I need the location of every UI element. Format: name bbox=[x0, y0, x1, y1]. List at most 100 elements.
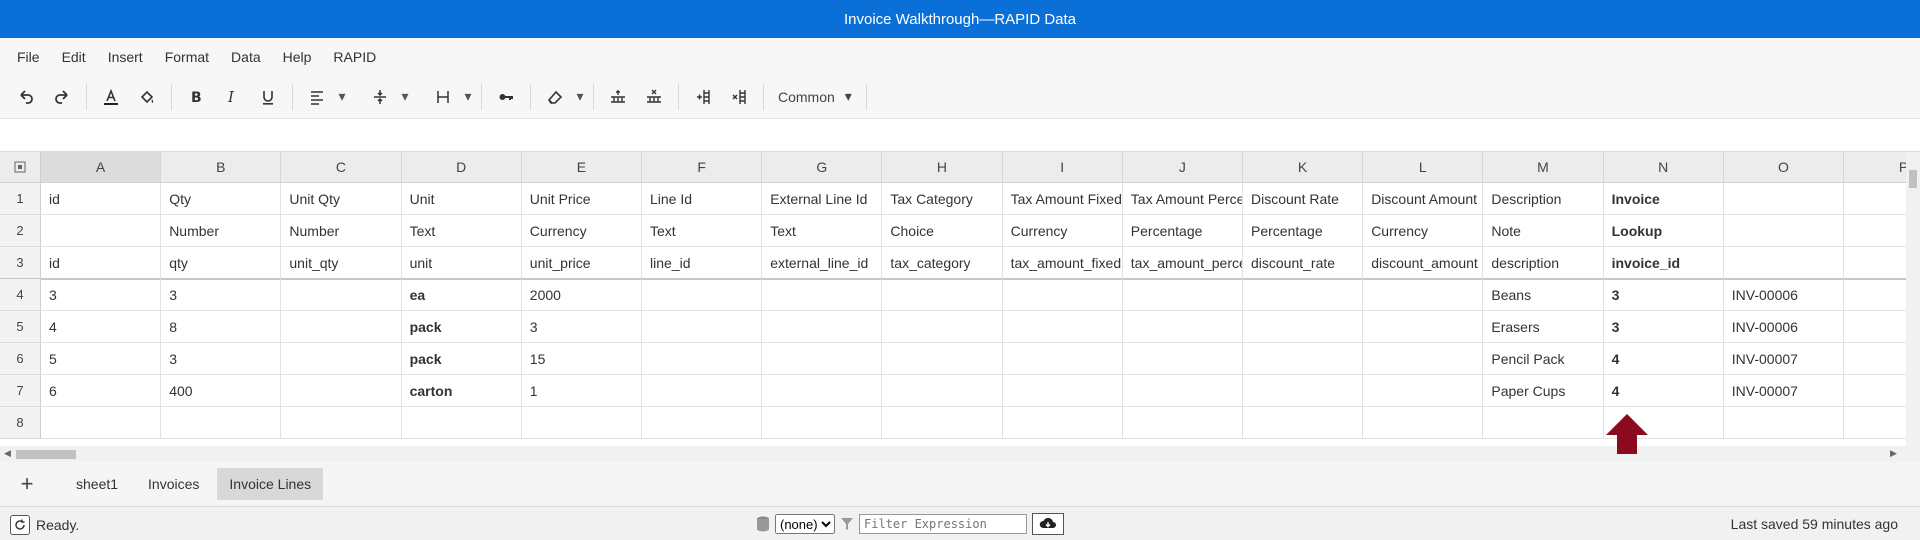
delete-column-button[interactable] bbox=[721, 81, 757, 113]
cell-b5[interactable]: 8 bbox=[161, 311, 282, 343]
cell-g4[interactable] bbox=[762, 279, 883, 311]
cell-o1[interactable] bbox=[1723, 183, 1844, 215]
cell-c1[interactable]: Unit Qty bbox=[281, 183, 402, 215]
cell-h2[interactable]: Choice bbox=[882, 215, 1003, 247]
cell-o7[interactable]: INV-00007 bbox=[1723, 375, 1844, 407]
cell-h3[interactable]: tax_category bbox=[882, 247, 1003, 279]
align-dropdown-chevron-icon[interactable]: ▾ bbox=[335, 88, 349, 105]
cell-c7[interactable] bbox=[281, 375, 402, 407]
fill-color-button[interactable] bbox=[129, 81, 165, 113]
formula-bar[interactable] bbox=[0, 119, 1920, 152]
cell-d4[interactable]: ea bbox=[401, 279, 522, 311]
cell-k7[interactable] bbox=[1243, 375, 1364, 407]
cell-d6[interactable]: pack bbox=[401, 343, 522, 375]
select-all-corner[interactable] bbox=[0, 152, 41, 183]
delete-row-button[interactable] bbox=[636, 81, 672, 113]
cell-k1[interactable]: Discount Rate bbox=[1243, 183, 1364, 215]
vertical-scroll-thumb[interactable] bbox=[1909, 170, 1917, 188]
cell-i6[interactable] bbox=[1002, 343, 1123, 375]
cell-c5[interactable] bbox=[281, 311, 402, 343]
column-width-chevron-icon[interactable]: ▾ bbox=[461, 88, 475, 105]
menu-file[interactable]: File bbox=[6, 49, 51, 65]
cell-h1[interactable]: Tax Category bbox=[882, 183, 1003, 215]
cell-b3[interactable]: qty bbox=[161, 247, 282, 279]
cell-d2[interactable]: Text bbox=[401, 215, 522, 247]
text-color-button[interactable] bbox=[93, 81, 129, 113]
cell-g7[interactable] bbox=[762, 375, 883, 407]
vertical-scrollbar[interactable] bbox=[1906, 152, 1920, 446]
cell-a1[interactable]: id bbox=[41, 183, 162, 215]
cell-a8[interactable] bbox=[41, 407, 162, 439]
cell-c8[interactable] bbox=[281, 407, 402, 439]
row-header-7[interactable]: 7 bbox=[0, 375, 41, 407]
cell-n3[interactable]: invoice_id bbox=[1603, 247, 1724, 279]
cell-f6[interactable] bbox=[642, 343, 763, 375]
bold-button[interactable]: B bbox=[178, 81, 214, 113]
column-header-o[interactable]: O bbox=[1723, 152, 1844, 183]
column-header-a[interactable]: A bbox=[41, 152, 162, 183]
scroll-right-icon[interactable]: ▶ bbox=[1890, 448, 1897, 459]
row-header-8[interactable]: 8 bbox=[0, 407, 41, 439]
cell-h6[interactable] bbox=[882, 343, 1003, 375]
cell-d8[interactable] bbox=[401, 407, 522, 439]
clear-chevron-icon[interactable]: ▾ bbox=[573, 88, 587, 105]
cell-k5[interactable] bbox=[1243, 311, 1364, 343]
cloud-download-button[interactable] bbox=[1032, 513, 1064, 535]
cell-b2[interactable]: Number bbox=[161, 215, 282, 247]
cell-a6[interactable]: 5 bbox=[41, 343, 162, 375]
cell-c6[interactable] bbox=[281, 343, 402, 375]
cell-h4[interactable] bbox=[882, 279, 1003, 311]
align-button[interactable] bbox=[299, 81, 335, 113]
column-header-n[interactable]: N bbox=[1603, 152, 1724, 183]
cell-d1[interactable]: Unit bbox=[401, 183, 522, 215]
cell-j7[interactable] bbox=[1122, 375, 1243, 407]
tab-invoice-lines[interactable]: Invoice Lines bbox=[217, 468, 324, 500]
add-sheet-button[interactable]: + bbox=[10, 467, 44, 501]
cell-e8[interactable] bbox=[521, 407, 642, 439]
column-header-k[interactable]: K bbox=[1243, 152, 1364, 183]
horizontal-scroll-thumb[interactable] bbox=[16, 450, 76, 459]
cell-h7[interactable] bbox=[882, 375, 1003, 407]
cell-i7[interactable] bbox=[1002, 375, 1123, 407]
column-header-c[interactable]: C bbox=[281, 152, 402, 183]
column-width-button[interactable] bbox=[425, 81, 461, 113]
menu-edit[interactable]: Edit bbox=[51, 49, 97, 65]
cell-g2[interactable]: Text bbox=[762, 215, 883, 247]
menu-rapid[interactable]: RAPID bbox=[322, 49, 387, 65]
insert-row-button[interactable] bbox=[600, 81, 636, 113]
cell-o6[interactable]: INV-00007 bbox=[1723, 343, 1844, 375]
cell-a4[interactable]: 3 bbox=[41, 279, 162, 311]
format-dropdown[interactable]: Common ▾ bbox=[770, 88, 860, 105]
cell-o2[interactable] bbox=[1723, 215, 1844, 247]
cell-d7[interactable]: carton bbox=[401, 375, 522, 407]
row-header-4[interactable]: 4 bbox=[0, 279, 41, 311]
cell-o4[interactable]: INV-00006 bbox=[1723, 279, 1844, 311]
cell-e4[interactable]: 2000 bbox=[521, 279, 642, 311]
redo-button[interactable] bbox=[44, 81, 80, 113]
cell-j5[interactable] bbox=[1122, 311, 1243, 343]
column-header-b[interactable]: B bbox=[161, 152, 282, 183]
vertical-align-button[interactable] bbox=[362, 81, 398, 113]
cell-e3[interactable]: unit_price bbox=[521, 247, 642, 279]
cell-g5[interactable] bbox=[762, 311, 883, 343]
cell-f2[interactable]: Text bbox=[642, 215, 763, 247]
cell-i8[interactable] bbox=[1002, 407, 1123, 439]
insert-column-button[interactable] bbox=[685, 81, 721, 113]
cell-i1[interactable]: Tax Amount Fixed bbox=[1002, 183, 1123, 215]
cell-o5[interactable]: INV-00006 bbox=[1723, 311, 1844, 343]
cell-k8[interactable] bbox=[1243, 407, 1364, 439]
cell-i2[interactable]: Currency bbox=[1002, 215, 1123, 247]
refresh-button[interactable] bbox=[10, 515, 30, 535]
column-header-i[interactable]: I bbox=[1002, 152, 1123, 183]
italic-button[interactable]: I bbox=[214, 81, 250, 113]
cell-b8[interactable] bbox=[161, 407, 282, 439]
cell-j6[interactable] bbox=[1122, 343, 1243, 375]
column-header-e[interactable]: E bbox=[521, 152, 642, 183]
cell-b1[interactable]: Qty bbox=[161, 183, 282, 215]
cell-m3[interactable]: description bbox=[1483, 247, 1604, 279]
cell-i4[interactable] bbox=[1002, 279, 1123, 311]
menu-insert[interactable]: Insert bbox=[97, 49, 154, 65]
cell-g6[interactable] bbox=[762, 343, 883, 375]
column-header-f[interactable]: F bbox=[642, 152, 763, 183]
cell-g1[interactable]: External Line Id bbox=[762, 183, 883, 215]
